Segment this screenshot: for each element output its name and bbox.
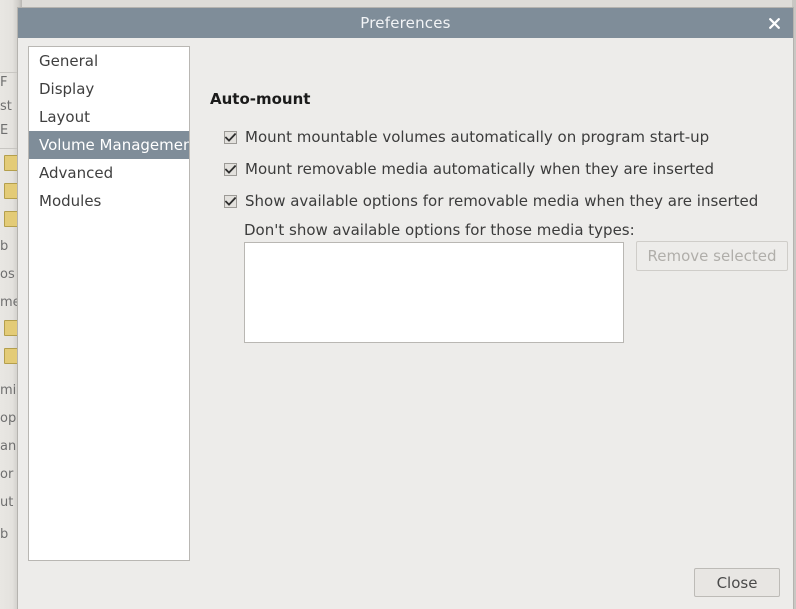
checkbox-row-show-available-options[interactable]: Show available options for removable med…: [224, 192, 758, 210]
folder-icon: [4, 183, 19, 199]
checkbox-row-mount-mountable-volumes[interactable]: Mount mountable volumes automatically on…: [224, 128, 709, 146]
close-x-icon[interactable]: [763, 12, 785, 34]
checkbox-label: Show available options for removable med…: [245, 192, 759, 210]
sidebar-item-advanced[interactable]: Advanced: [29, 159, 189, 187]
sidebar-item-general[interactable]: General: [29, 47, 189, 75]
category-list[interactable]: General Display Layout Volume Management…: [28, 46, 190, 561]
checkbox-label: Mount removable media automatically when…: [245, 160, 714, 178]
section-heading-auto-mount: Auto-mount: [210, 90, 311, 108]
settings-pane: Auto-mount Mount mountable volumes autom…: [190, 38, 793, 609]
media-types-label: Don't show available options for those m…: [244, 221, 635, 239]
sidebar-item-display[interactable]: Display: [29, 75, 189, 103]
folder-icon: [4, 211, 19, 227]
checkbox-checked-icon[interactable]: [224, 194, 237, 208]
checkbox-checked-icon[interactable]: [224, 162, 237, 176]
sidebar-item-modules[interactable]: Modules: [29, 187, 189, 215]
preferences-dialog: Preferences General Display Layout Volum…: [18, 8, 793, 609]
media-types-list[interactable]: [244, 242, 624, 343]
dialog-body: General Display Layout Volume Management…: [18, 38, 793, 609]
folder-icon: [4, 155, 19, 171]
dialog-title: Preferences: [360, 14, 451, 32]
sidebar-item-layout[interactable]: Layout: [29, 103, 189, 131]
dialog-titlebar: Preferences: [18, 8, 793, 38]
checkbox-label: Mount mountable volumes automatically on…: [245, 128, 710, 146]
folder-icon: [4, 348, 19, 364]
folder-icon: [4, 320, 19, 336]
checkbox-row-mount-removable-media[interactable]: Mount removable media automatically when…: [224, 160, 714, 178]
close-button[interactable]: Close: [694, 568, 780, 597]
remove-selected-button[interactable]: Remove selected: [636, 241, 788, 271]
sidebar-item-volume-management[interactable]: Volume Management: [29, 131, 189, 159]
checkbox-checked-icon[interactable]: [224, 130, 237, 144]
